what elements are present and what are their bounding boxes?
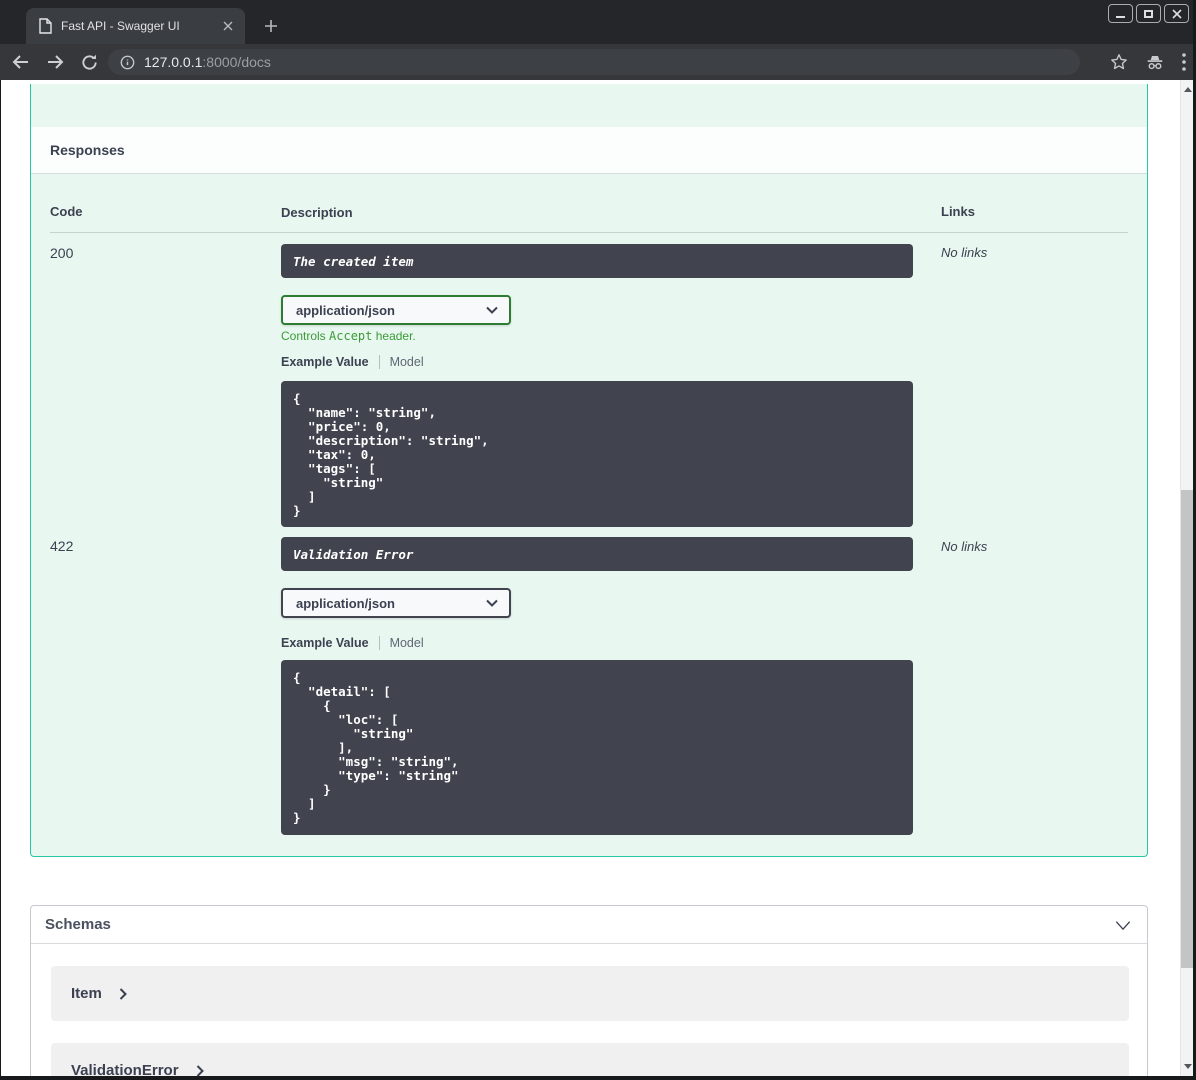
tab-example-value[interactable]: Example Value xyxy=(281,355,369,369)
tab-separator xyxy=(378,355,380,369)
chevron-right-icon xyxy=(196,1064,204,1076)
window-minimize-button[interactable] xyxy=(1108,4,1133,23)
url-path: :8000/docs xyxy=(202,54,271,70)
column-header-links: Links xyxy=(941,204,975,219)
response-422-media-type-value: application/json xyxy=(296,595,395,611)
reload-icon[interactable] xyxy=(76,49,102,75)
url-host: 127.0.0.1 xyxy=(144,54,203,70)
responses-title: Responses xyxy=(50,142,125,158)
post-operation-responses-panel: Responses Code Description Links 200 The… xyxy=(30,84,1148,857)
schema-model-validationerror-name: ValidationError xyxy=(71,1062,179,1076)
column-header-description: Description xyxy=(281,205,353,220)
chevron-down-icon xyxy=(486,306,498,314)
schema-model-item-name: Item xyxy=(71,985,102,1002)
page-scrollbar[interactable] xyxy=(1180,80,1194,1076)
site-info-icon[interactable] xyxy=(120,55,135,70)
chevron-right-icon xyxy=(119,987,127,1000)
response-422-example-tabs: Example Value Model xyxy=(281,636,424,650)
address-bar[interactable]: 127.0.0.1:8000/docs xyxy=(108,49,1080,75)
bookmark-star-icon[interactable] xyxy=(1110,53,1128,71)
tab-separator xyxy=(378,636,380,650)
window-maximize-button[interactable] xyxy=(1136,4,1161,23)
forward-icon[interactable] xyxy=(42,49,68,75)
schema-model-item[interactable]: Item xyxy=(51,966,1129,1021)
schemas-section: Schemas Item ValidationError xyxy=(30,905,1148,1076)
chevron-down-icon[interactable] xyxy=(1113,915,1133,935)
controls-accept-header-note: Controls Accept header. xyxy=(281,329,416,343)
new-tab-button[interactable] xyxy=(258,13,284,39)
response-code-200: 200 xyxy=(50,245,74,261)
response-200-description-bar: The created item xyxy=(281,244,913,278)
table-header-divider xyxy=(50,232,1128,233)
response-200-example-json: { "name": "string", "price": 0, "descrip… xyxy=(281,381,913,527)
window-border-left xyxy=(0,80,1,1080)
back-icon[interactable] xyxy=(8,49,34,75)
scrollbar-down-arrow[interactable] xyxy=(1184,1064,1192,1069)
column-header-code: Code xyxy=(50,204,83,219)
window-controls xyxy=(1108,4,1189,23)
response-200-links: No links xyxy=(941,245,988,260)
response-200-media-type-select[interactable]: application/json xyxy=(281,295,511,325)
response-code-422: 422 xyxy=(50,538,74,554)
scrollbar-up-arrow[interactable] xyxy=(1184,87,1192,92)
response-200-media-type-value: application/json xyxy=(296,302,395,318)
response-422-links: No links xyxy=(941,539,988,554)
incognito-icon[interactable] xyxy=(1144,52,1166,72)
window-border-bottom xyxy=(0,1076,1196,1080)
page-document-icon xyxy=(38,18,52,34)
response-422-description-bar: Validation Error xyxy=(281,537,913,571)
window-close-button[interactable] xyxy=(1164,4,1189,23)
response-200-example-tabs: Example Value Model xyxy=(281,355,424,369)
tab-model[interactable]: Model xyxy=(390,355,424,369)
browser-toolbar: 127.0.0.1:8000/docs xyxy=(0,44,1196,80)
response-200-description: The created item xyxy=(293,253,414,269)
tab-close-icon[interactable] xyxy=(219,17,237,35)
schemas-header[interactable]: Schemas xyxy=(31,906,1147,944)
tab-title: Fast API - Swagger UI xyxy=(61,19,180,33)
browser-titlebar: Fast API - Swagger UI xyxy=(0,0,1196,44)
chevron-down-icon xyxy=(486,599,498,607)
schema-model-validationerror[interactable]: ValidationError xyxy=(51,1043,1129,1076)
tab-model[interactable]: Model xyxy=(390,636,424,650)
swagger-page: Responses Code Description Links 200 The… xyxy=(1,80,1180,1076)
menu-dots-icon[interactable] xyxy=(1182,53,1186,71)
response-200-example-json-code: { "name": "string", "price": 0, "descrip… xyxy=(293,391,489,518)
response-422-media-type-select[interactable]: application/json xyxy=(281,588,511,618)
tab-example-value[interactable]: Example Value xyxy=(281,636,369,650)
responses-section-header: Responses xyxy=(31,127,1147,174)
response-422-example-json-code: { "detail": [ { "loc": [ "string" ], "ms… xyxy=(293,670,459,825)
response-422-description: Validation Error xyxy=(293,546,414,562)
response-422-example-json: { "detail": [ { "loc": [ "string" ], "ms… xyxy=(281,660,913,835)
schemas-title: Schemas xyxy=(45,916,111,933)
browser-tab[interactable]: Fast API - Swagger UI xyxy=(26,8,245,44)
